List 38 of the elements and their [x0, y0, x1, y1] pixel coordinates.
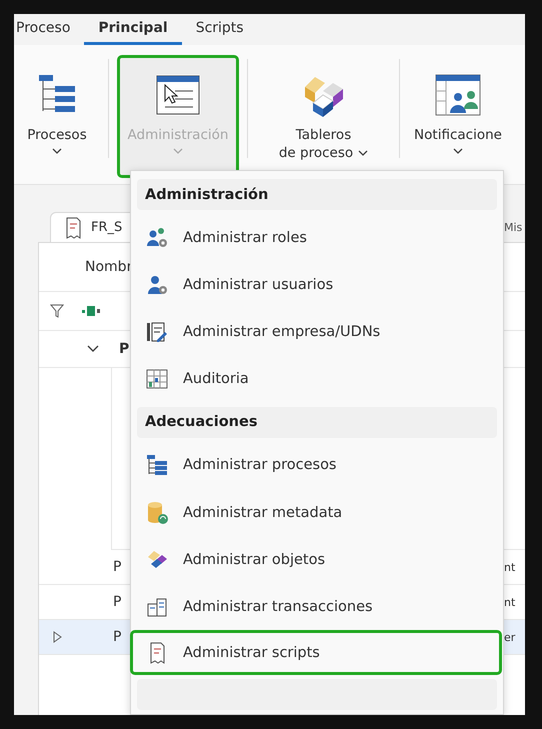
table-cell: P — [113, 629, 122, 645]
chevron-down-icon — [52, 148, 62, 154]
table-cell: P — [113, 559, 122, 575]
menu-item[interactable]: Administrar objetos — [130, 536, 502, 584]
menu-item[interactable]: Auditoria — [130, 356, 502, 403]
ribbon-tab[interactable]: Scripts — [182, 14, 258, 45]
table-cell-text: er — [504, 630, 516, 644]
table-cell-text: nt — [504, 560, 516, 574]
chevron-down-icon — [453, 148, 463, 154]
menu-section-header: Administración — [137, 179, 497, 210]
menu-item[interactable]: Administrar metadata — [130, 488, 502, 536]
menu-item[interactable]: Administrar usuarios — [130, 261, 502, 308]
grid-chart-icon — [145, 367, 169, 392]
chevron-down-icon — [173, 148, 183, 154]
ribbon-button[interactable]: Procesos — [14, 55, 100, 178]
table-cell-text: nt — [504, 596, 516, 608]
chevron-down-icon — [358, 150, 368, 156]
document-tab-label[interactable]: Mis — [504, 221, 525, 242]
filter-icon[interactable] — [50, 304, 64, 318]
table-cell: P — [113, 594, 122, 610]
row-pointer-icon — [52, 631, 62, 643]
menu-item[interactable]: Administrar empresa/UDNs — [130, 308, 502, 356]
people-table-icon — [434, 73, 482, 117]
ribbon-tab[interactable]: Proceso — [14, 14, 84, 45]
chevron-down-icon[interactable] — [87, 345, 99, 353]
menu-item[interactable]: Administrar procesos — [130, 442, 502, 489]
menu-item[interactable]: Administrar transacciones — [130, 583, 502, 630]
users-gear-icon — [145, 226, 169, 250]
building-edit-icon — [145, 320, 169, 344]
ribbon-button[interactable]: Tableros de proceso — [256, 55, 391, 178]
tree-icon — [145, 453, 169, 478]
menu-item[interactable]: Administrar roles — [130, 214, 502, 262]
group-label: P — [118, 341, 130, 357]
menu-item[interactable]: Administrar scripts — [130, 630, 502, 675]
database-sync-icon — [145, 500, 169, 525]
text-filter-icon[interactable] — [81, 305, 101, 317]
menu-section-header: Adecuaciones — [137, 406, 497, 438]
window-icon — [155, 74, 201, 116]
